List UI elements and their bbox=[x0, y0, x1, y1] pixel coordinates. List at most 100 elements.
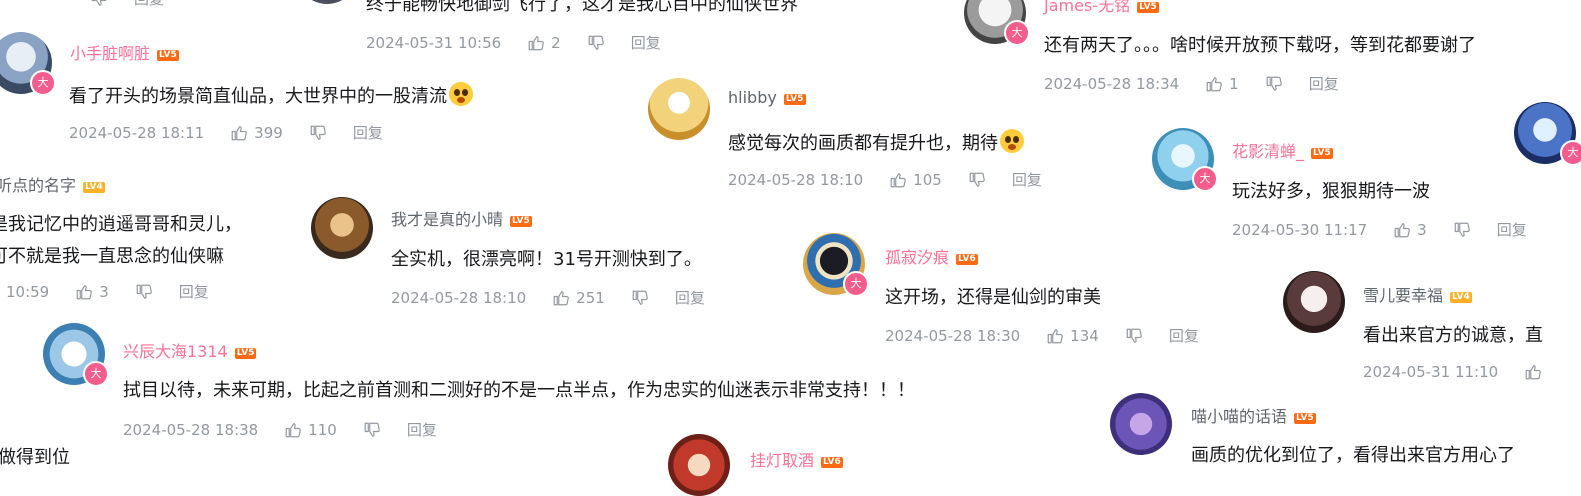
avatar[interactable] bbox=[648, 78, 710, 140]
reply-button[interactable]: 回复 bbox=[1169, 325, 1199, 346]
vip-badge: 大 bbox=[83, 361, 109, 387]
level-badge: LV6 bbox=[956, 254, 978, 265]
comment-time: 2024-05-28 18:30 bbox=[885, 326, 1021, 345]
reply-button[interactable]: 回复 bbox=[179, 281, 209, 302]
like-button[interactable]: 105 bbox=[889, 171, 942, 189]
avatar[interactable] bbox=[668, 434, 730, 496]
username-text[interactable]: 花影清蝉_ bbox=[1232, 142, 1304, 161]
username[interactable]: 花影清蝉_ LV5 bbox=[1232, 138, 1333, 162]
like-button[interactable]: 110 bbox=[284, 421, 337, 439]
username[interactable]: 听点的名字 LV4 bbox=[0, 172, 105, 196]
thumb-down-icon bbox=[1453, 221, 1471, 239]
dislike-button[interactable] bbox=[631, 289, 649, 307]
like-button[interactable]: 3 bbox=[75, 283, 109, 301]
username-text[interactable]: James-无铭 bbox=[1044, 0, 1130, 15]
dislike-button[interactable] bbox=[309, 124, 327, 142]
username[interactable]: 孤寂汐痕 LV6 bbox=[885, 244, 978, 268]
level-badge: LV5 bbox=[1137, 2, 1159, 13]
reply-button[interactable]: 回复 bbox=[675, 287, 705, 308]
dislike-button[interactable] bbox=[363, 421, 381, 439]
username[interactable]: 小手脏啊脏 LV5 bbox=[70, 40, 179, 64]
username-text[interactable]: 听点的名字 bbox=[0, 176, 76, 195]
comment-text: 玩法好多，狠狠期待一波 bbox=[1232, 181, 1430, 202]
reply-button[interactable]: 回复 bbox=[1497, 219, 1527, 240]
avatar-image bbox=[1110, 393, 1172, 455]
username-text[interactable]: hlibby bbox=[728, 88, 777, 107]
username[interactable]: 挂灯取酒 LV6 bbox=[750, 447, 843, 471]
username[interactable]: 雪儿要幸福 LV4 bbox=[1363, 282, 1472, 306]
avatar[interactable]: 大 bbox=[964, 0, 1030, 46]
thumb-up-icon bbox=[1205, 75, 1223, 93]
comment-text: 看出来官方的诚意，直 bbox=[1363, 325, 1543, 346]
thumb-up-icon bbox=[527, 34, 545, 52]
dislike-button[interactable] bbox=[1453, 221, 1471, 239]
username[interactable]: 兴辰大海1314 LV5 bbox=[123, 338, 257, 362]
comment-meta: 2024-05-28 18:11 399 回复 bbox=[69, 122, 383, 143]
reply-button[interactable]: 回复 bbox=[407, 419, 437, 440]
like-button[interactable]: 134 bbox=[1046, 327, 1099, 345]
level-badge: LV4 bbox=[1450, 292, 1472, 303]
comment-meta: 10:59 3 回复 bbox=[6, 281, 209, 302]
comment-time: 2024-05-31 10:56 bbox=[366, 33, 502, 52]
comment-text: 做得到位 bbox=[0, 447, 70, 468]
reply-button[interactable]: 回复 bbox=[1309, 73, 1339, 94]
like-button[interactable]: 399 bbox=[230, 124, 283, 142]
like-count: 399 bbox=[254, 123, 283, 142]
comment-meta: 2024-05-31 11:10 bbox=[1363, 363, 1568, 381]
avatar[interactable] bbox=[1110, 393, 1172, 455]
dislike-button[interactable] bbox=[587, 34, 605, 52]
avatar[interactable]: 大 bbox=[1152, 128, 1218, 192]
avatar-image bbox=[668, 434, 730, 496]
reply-button[interactable]: 回复 bbox=[631, 32, 661, 53]
username-text[interactable]: 兴辰大海1314 bbox=[123, 342, 228, 361]
dislike-button[interactable] bbox=[968, 171, 986, 189]
vip-badge: 大 bbox=[1192, 166, 1218, 192]
like-count: 3 bbox=[1417, 220, 1427, 239]
username-text[interactable]: 孤寂汐痕 bbox=[885, 248, 949, 267]
comment-text: 拭目以待，未来可期，比起之前首测和二测好的不是一点半点，作为忠实的仙迷表示非常支… bbox=[123, 380, 915, 401]
avatar[interactable]: 大 bbox=[1514, 102, 1581, 166]
username[interactable]: hlibby LV5 bbox=[728, 88, 806, 107]
like-button[interactable]: 3 bbox=[1393, 221, 1427, 239]
like-button[interactable]: 2 bbox=[527, 34, 561, 52]
username[interactable]: James-无铭 LV5 bbox=[1044, 0, 1159, 16]
like-count: 110 bbox=[308, 420, 337, 439]
avatar[interactable] bbox=[1283, 271, 1345, 333]
level-badge: LV5 bbox=[783, 94, 806, 105]
like-button[interactable] bbox=[1524, 363, 1542, 381]
vip-badge: 大 bbox=[1004, 20, 1030, 46]
shocked-emoji-icon bbox=[449, 82, 473, 106]
comment-text-line: 可不就是我一直思念的仙侠嘛 bbox=[0, 246, 224, 267]
username-text[interactable]: 喵小喵的话语 bbox=[1191, 407, 1287, 426]
username-text[interactable]: 我才是真的小晴 bbox=[391, 210, 503, 229]
comment-text: 感觉每次的画质都有提升也，期待 bbox=[728, 129, 1024, 157]
dislike-button[interactable] bbox=[135, 283, 153, 301]
dislike-button[interactable] bbox=[1265, 75, 1283, 93]
avatar[interactable] bbox=[296, 0, 358, 4]
dislike-button[interactable] bbox=[90, 0, 108, 8]
dislike-button[interactable] bbox=[1125, 327, 1143, 345]
comment-text: 这开场，还得是仙剑的审美 bbox=[885, 287, 1101, 308]
username-text[interactable]: 小手脏啊脏 bbox=[70, 44, 150, 63]
avatar-image bbox=[648, 78, 710, 140]
thumb-up-icon bbox=[1393, 221, 1411, 239]
username[interactable]: 我才是真的小晴 LV5 bbox=[391, 206, 532, 230]
reply-button[interactable]: 回复 bbox=[134, 0, 164, 9]
thumb-down-icon bbox=[135, 283, 153, 301]
username-text[interactable]: 挂灯取酒 bbox=[750, 451, 814, 470]
thumb-down-icon bbox=[90, 0, 108, 8]
avatar[interactable]: 大 bbox=[43, 323, 109, 387]
like-button[interactable]: 251 bbox=[552, 289, 605, 307]
username[interactable]: 喵小喵的话语 LV5 bbox=[1191, 403, 1316, 427]
comment-time: 2024-05-28 18:10 bbox=[391, 288, 527, 307]
comment-text-content: 看了开头的场景简直仙品，大世界中的一股清流 bbox=[69, 86, 447, 107]
like-count: 134 bbox=[1070, 326, 1099, 345]
thumb-up-icon bbox=[889, 171, 907, 189]
avatar[interactable]: 大 bbox=[0, 32, 56, 96]
reply-button[interactable]: 回复 bbox=[1012, 169, 1042, 190]
avatar[interactable]: 大 bbox=[803, 233, 869, 297]
username-text[interactable]: 雪儿要幸福 bbox=[1363, 286, 1443, 305]
like-button[interactable]: 1 bbox=[1205, 75, 1239, 93]
reply-button[interactable]: 回复 bbox=[353, 122, 383, 143]
avatar[interactable] bbox=[311, 197, 373, 259]
